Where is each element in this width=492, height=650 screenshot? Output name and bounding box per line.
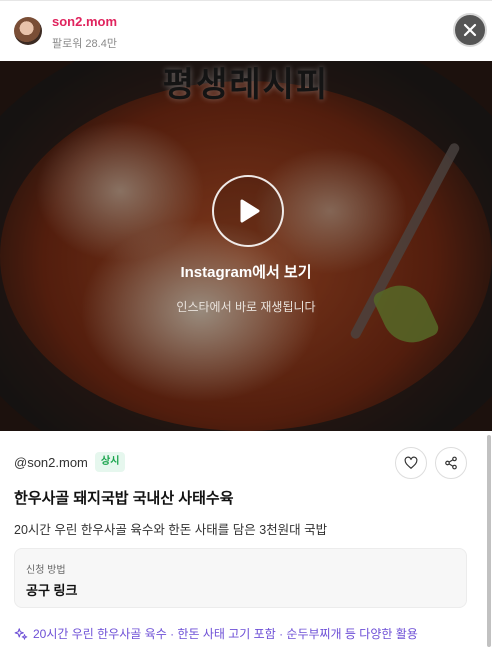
instagram-view-label[interactable]: Instagram에서 보기 bbox=[0, 261, 492, 282]
application-method-box: 신청 방법 공구 링크 bbox=[14, 548, 467, 608]
product-title: 한우사골 돼지국밥 국내산 사태수육 bbox=[14, 490, 234, 507]
close-button[interactable] bbox=[453, 13, 487, 47]
share-button[interactable] bbox=[435, 447, 467, 479]
status-badge: 상시 bbox=[95, 452, 126, 472]
video-overlay-title: 평생레시피 bbox=[162, 66, 330, 104]
close-icon bbox=[463, 23, 477, 37]
feature-highlight: 20시간 우린 한우사골 육수 · 한돈 사태 고기 포함 · 순두부찌개 등 … bbox=[14, 625, 418, 642]
video-preview[interactable]: 평생레시피 Instagram에서 보기 인스타에서 바로 재생됩니다 bbox=[0, 61, 492, 431]
product-description: 20시간 우린 한우사골 육수와 한돈 사태를 담은 3천원대 국밥 bbox=[14, 523, 328, 537]
play-button[interactable] bbox=[212, 175, 284, 247]
follower-count: 팔로워 28.4만 bbox=[52, 38, 117, 50]
application-method-value[interactable]: 공구 링크 bbox=[26, 580, 77, 599]
feature-text: 20시간 우린 한우사골 육수 · 한돈 사태 고기 포함 · 순두부찌개 등 … bbox=[33, 627, 418, 641]
scrollbar[interactable] bbox=[487, 435, 491, 647]
instagram-view-subtitle: 인스타에서 바로 재생됩니다 bbox=[176, 300, 316, 314]
avatar[interactable] bbox=[14, 17, 42, 45]
profile-header: son2.mom 팔로워 28.4만 bbox=[0, 0, 492, 61]
username[interactable]: son2.mom bbox=[52, 14, 117, 29]
creator-handle[interactable]: @son2.mom bbox=[14, 455, 88, 470]
share-icon bbox=[445, 456, 457, 470]
application-method-label: 신청 방법 bbox=[26, 565, 66, 576]
sparkle-icon bbox=[14, 627, 28, 640]
heart-icon bbox=[404, 456, 418, 469]
like-button[interactable] bbox=[395, 447, 427, 479]
play-icon bbox=[240, 199, 260, 223]
